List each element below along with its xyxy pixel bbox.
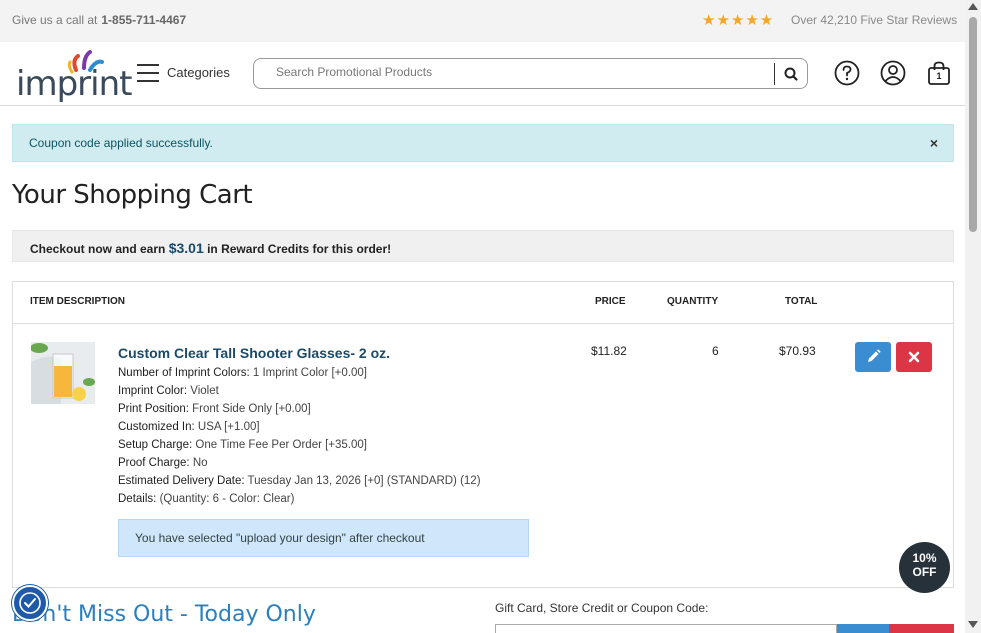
remove-coupon-button[interactable] <box>889 624 954 633</box>
call-text: Give us a call at 1-855-711-4467 <box>12 13 186 27</box>
logo-text: imprint <box>16 64 132 104</box>
categories-button[interactable]: Categories <box>167 65 230 80</box>
col-quantity: QUANTITY <box>667 296 719 307</box>
detail-row: Print Position: Front Side Only [+0.00] <box>118 403 311 415</box>
cart-table: ITEM DESCRIPTION PRICE QUANTITY TOTAL Cu… <box>12 281 954 588</box>
reward-amount: $3.01 <box>168 240 204 256</box>
detail-row: Estimated Delivery Date: Tuesday Jan 13,… <box>118 475 481 487</box>
scroll-up-icon[interactable] <box>968 3 978 10</box>
search-divider <box>774 63 775 85</box>
upload-design-notice: You have selected "upload your design" a… <box>118 519 529 557</box>
col-price: PRICE <box>595 296 626 307</box>
reward-prefix: Checkout now and earn <box>30 242 166 256</box>
detail-row: Number of Imprint Colors: 1 Imprint Colo… <box>118 367 367 379</box>
accessibility-icon <box>19 592 41 614</box>
edit-item-button[interactable] <box>855 342 891 372</box>
shooter-glass-image <box>31 342 95 404</box>
top-bar: Give us a call at 1-855-711-4467 ★★★★★ Ov… <box>0 0 965 42</box>
detail-row: Customized In: USA [+1.00] <box>118 421 260 433</box>
reward-banner: Checkout now and earn $3.01 in Reward Cr… <box>12 230 954 262</box>
imprint-logo[interactable]: imprint <box>16 50 132 104</box>
remove-item-button[interactable] <box>896 342 932 372</box>
account-icon[interactable] <box>880 60 906 86</box>
discount-badge[interactable]: 10% OFF <box>899 542 950 593</box>
help-icon[interactable] <box>834 60 860 86</box>
gift-card-label: Gift Card, Store Credit or Coupon Code: <box>495 601 709 615</box>
item-total: $70.93 <box>779 344 816 358</box>
phone-number[interactable]: 1-855-711-4467 <box>101 13 186 27</box>
page-scrollbar[interactable] <box>965 0 981 633</box>
col-item-description: ITEM DESCRIPTION <box>30 296 126 307</box>
site-header: imprint Categories 1 <box>0 42 965 106</box>
item-quantity: 6 <box>712 344 719 358</box>
close-icon <box>908 351 920 363</box>
cart-button[interactable]: 1 <box>926 60 952 86</box>
search-bar <box>253 58 808 89</box>
alert-message: Coupon code applied successfully. <box>29 136 213 150</box>
accessibility-button[interactable] <box>12 585 48 621</box>
reward-suffix: in Reward Credits for this order! <box>207 242 392 256</box>
product-image[interactable] <box>31 342 95 404</box>
reviews-link[interactable]: Over 42,210 Five Star Reviews <box>791 13 957 27</box>
coupon-alert: Coupon code applied successfully. × <box>12 124 954 162</box>
detail-row: Details: (Quantity: 6 - Color: Clear) <box>118 493 295 505</box>
col-total: TOTAL <box>785 296 818 307</box>
apply-coupon-button[interactable] <box>837 624 889 633</box>
detail-row: Setup Charge: One Time Fee Per Order [+3… <box>118 439 367 451</box>
page-title: Your Shopping Cart <box>12 180 253 210</box>
close-icon[interactable]: × <box>930 135 938 151</box>
promo-heading: Don't Miss Out - Today Only <box>12 602 316 627</box>
search-icon[interactable] <box>781 64 801 84</box>
product-name-link[interactable]: Custom Clear Tall Shooter Glasses- 2 oz. <box>118 345 390 361</box>
badge-percent: 10% <box>912 551 937 565</box>
table-header: ITEM DESCRIPTION PRICE QUANTITY TOTAL <box>13 282 953 324</box>
menu-icon[interactable] <box>137 64 159 82</box>
product-details: Number of Imprint Colors: 1 Imprint Colo… <box>118 364 481 508</box>
scroll-thumb[interactable] <box>969 17 977 232</box>
cart-count: 1 <box>936 71 942 81</box>
item-price: $11.82 <box>591 344 627 358</box>
pencil-icon <box>868 349 881 362</box>
star-rating-icon: ★★★★★ <box>702 12 775 29</box>
coupon-code-input[interactable] <box>495 624 837 633</box>
call-label: Give us a call at <box>12 13 98 27</box>
detail-row: Imprint Color: Violet <box>118 385 219 397</box>
badge-off: OFF <box>912 565 937 579</box>
search-input[interactable] <box>276 65 766 79</box>
upload-note-text: You have selected "upload your design" a… <box>135 531 425 545</box>
detail-row: Proof Charge: No <box>118 457 208 469</box>
scroll-down-icon[interactable] <box>968 621 978 628</box>
